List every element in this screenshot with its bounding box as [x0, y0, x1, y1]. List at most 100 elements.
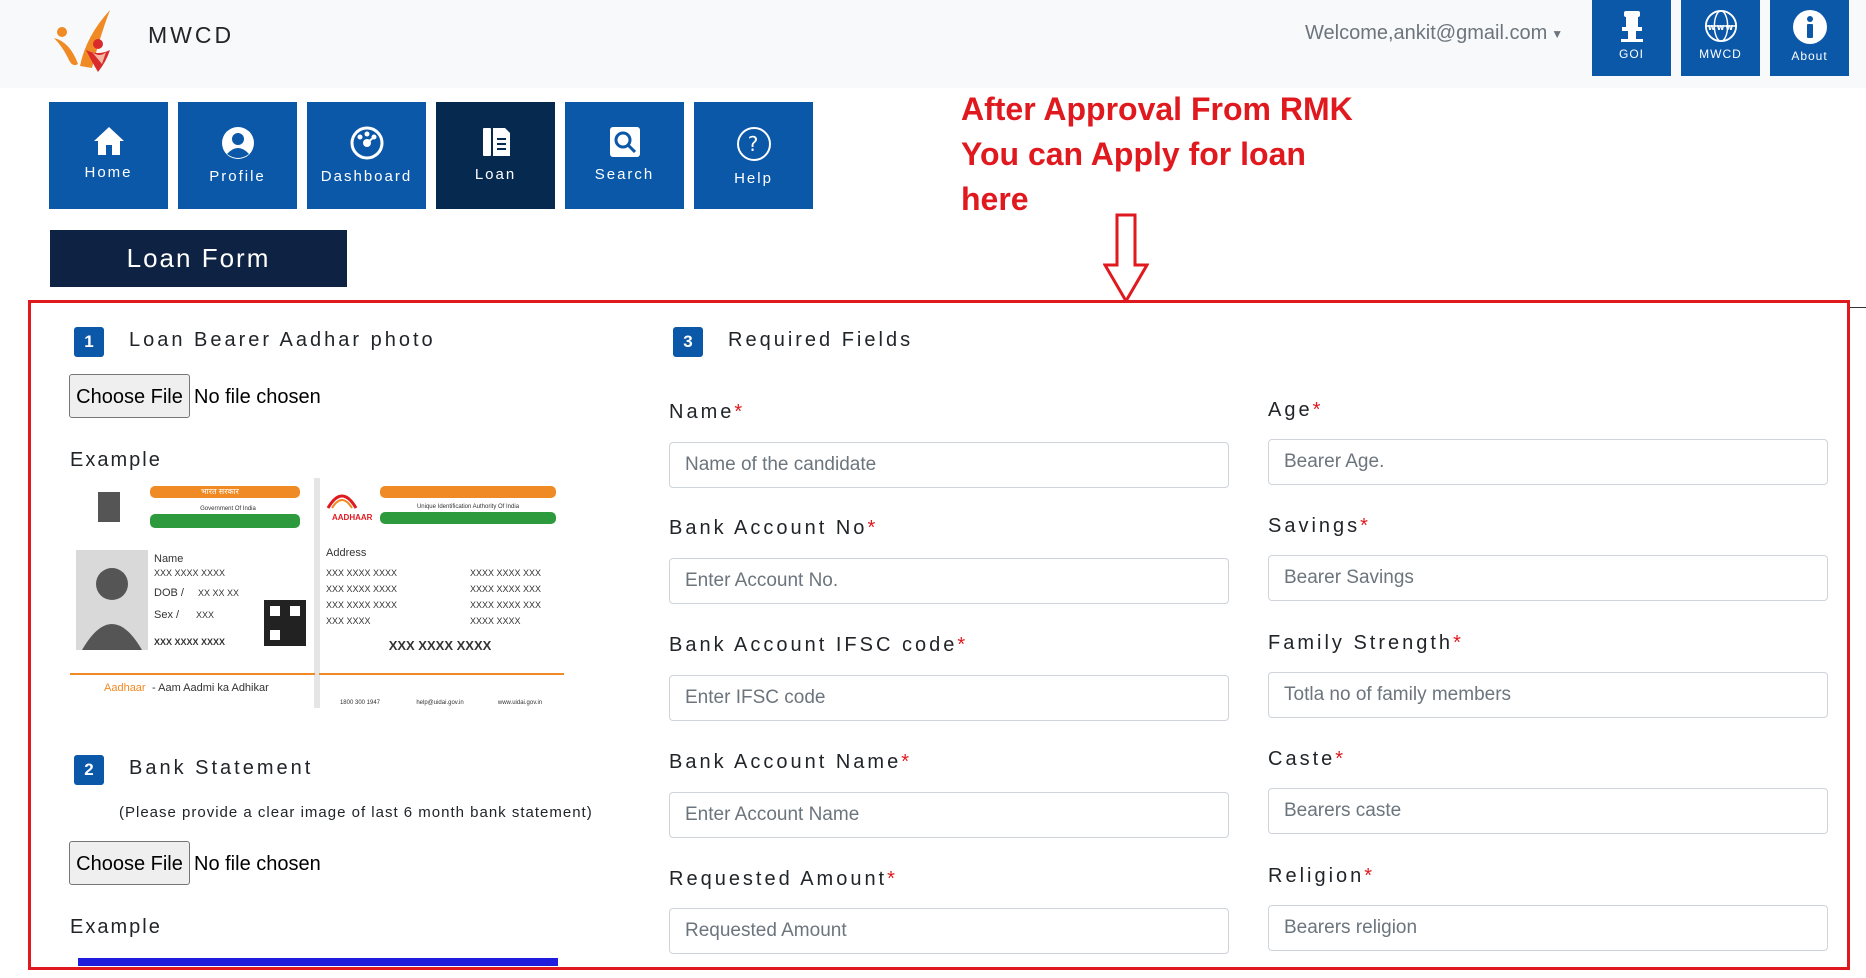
age-input[interactable] — [1268, 439, 1828, 485]
annotation-line-1: After Approval From RMK — [961, 91, 1353, 127]
aadhar-card-svg: भारत सरकार Government Of India Name XXX … — [70, 478, 564, 708]
mwcd-button[interactable]: www MWCD — [1681, 0, 1760, 76]
addr-line-4: XXX XXXX — [326, 616, 371, 626]
tagline-rest: - Aam Aadmi ka Adhikar — [152, 682, 269, 694]
about-label: About — [1791, 49, 1828, 63]
info-icon — [1792, 10, 1827, 44]
card-name-value: XXX XXXX XXXX — [154, 568, 225, 578]
help-icon: ? — [736, 127, 771, 161]
uidai-title: Unique Identification Authority Of India — [417, 504, 520, 510]
nav-profile[interactable]: Profile — [178, 102, 297, 209]
chevron-down-icon: ▼ — [1551, 26, 1564, 41]
welcome-text: Welcome,ankit@gmail.com — [1305, 22, 1548, 44]
card-dob-label: DOB / — [154, 587, 185, 599]
addr-line-3: XXX XXXX XXXX — [326, 600, 397, 610]
emblem-icon — [1620, 11, 1643, 42]
brand-name[interactable]: MWCD — [148, 22, 234, 49]
footer-web: www.uidai.gov.in — [497, 700, 542, 706]
document-icon — [482, 128, 510, 156]
user-menu-dropdown[interactable]: Welcome,ankit@gmail.com ▼ — [1305, 22, 1563, 45]
section-2-title: Bank Statement — [129, 757, 314, 779]
bank-statement-example-image — [78, 958, 558, 966]
annotation-line-3: here — [961, 181, 1029, 217]
nav-search-label: Search — [594, 166, 655, 183]
aadhaar-logo-text: AADHAAR — [332, 513, 373, 522]
bank-choose-file-button[interactable]: Choose File — [69, 841, 190, 885]
bank-no-file-text: No file chosen — [194, 853, 321, 875]
nav-dashboard[interactable]: Dashboard — [307, 102, 426, 209]
tagline-brand: Aadhaar — [104, 682, 146, 694]
section-3-badge: 3 — [673, 327, 703, 357]
footer-email: help@uidai.gov.in — [416, 700, 463, 706]
mwcd-logo[interactable] — [50, 6, 130, 76]
name-label: Name* — [669, 401, 746, 423]
globe-www-icon: www — [1704, 9, 1737, 43]
card-name-label: Name — [154, 553, 183, 565]
card-address-label: Address — [326, 547, 367, 559]
aadhar-example-label: Example — [70, 449, 162, 471]
name-input[interactable] — [669, 442, 1229, 488]
arrow-down-icon — [1103, 213, 1149, 303]
card-sex-value: XXX — [196, 610, 214, 620]
section-1-title: Loan Bearer Aadhar photo — [129, 329, 436, 351]
aadhar-example-image: भारत सरकार Government Of India Name XXX … — [70, 478, 564, 708]
aadhar-choose-file-button[interactable]: Choose File — [69, 374, 190, 418]
addr-line-1: XXX XXXX XXXX — [326, 568, 397, 578]
annotation-line-2: You can Apply for loan — [961, 136, 1306, 172]
age-label: Age* — [1268, 399, 1324, 421]
addr2-line-3: XXXX XXXX XXX — [470, 600, 541, 610]
addr-line-2: XXX XXXX XXXX — [326, 584, 397, 594]
goi-button[interactable]: GOI — [1592, 0, 1671, 76]
bank-account-name-input[interactable] — [669, 792, 1229, 838]
bank-statement-note: (Please provide a clear image of last 6 … — [119, 804, 593, 821]
annotation-text: After Approval From RMK You can Apply fo… — [961, 87, 1441, 222]
goi-label: GOI — [1618, 47, 1644, 61]
section-1-badge: 1 — [74, 327, 104, 357]
search-icon — [609, 127, 640, 157]
nav-loan-label: Loan — [474, 166, 517, 183]
footer-phone: 1800 300 1947 — [340, 700, 381, 706]
ifsc-label: Bank Account IFSC code* — [669, 634, 969, 656]
card-back-number: XXX XXXX XXXX — [389, 638, 492, 653]
family-strength-input[interactable] — [1268, 672, 1828, 718]
hindi-text: भारत सरकार — [201, 487, 240, 496]
mwcd-label: MWCD — [1699, 47, 1742, 61]
gov-title: Government Of India — [200, 506, 256, 512]
dashboard-icon — [350, 126, 383, 160]
home-icon — [93, 127, 124, 155]
bank-account-no-label: Bank Account No* — [669, 517, 879, 539]
ifsc-input[interactable] — [669, 675, 1229, 721]
requested-amount-input[interactable] — [669, 908, 1229, 954]
card-front-number: XXX XXXX XXXX — [154, 637, 225, 647]
user-icon — [221, 127, 254, 159]
addr2-line-4: XXXX XXXX — [470, 616, 521, 626]
section-3-title: Required Fields — [728, 329, 914, 351]
nav-loan[interactable]: Loan — [436, 102, 555, 209]
bank-account-no-input[interactable] — [669, 558, 1229, 604]
bank-example-label: Example — [70, 916, 162, 938]
nav-profile-label: Profile — [209, 168, 266, 185]
caste-input[interactable] — [1268, 788, 1828, 834]
aadhar-no-file-text: No file chosen — [194, 386, 321, 408]
religion-input[interactable] — [1268, 905, 1828, 951]
divider-line — [1850, 307, 1866, 308]
bank-account-name-label: Bank Account Name* — [669, 751, 913, 773]
section-2-badge: 2 — [74, 755, 104, 785]
loan-form-title: Loan Form — [50, 230, 347, 287]
nav-home[interactable]: Home — [49, 102, 168, 209]
requested-amount-label: Requested Amount* — [669, 868, 898, 890]
card-dob-value: XX XX XX — [198, 588, 239, 598]
addr2-line-1: XXXX XXXX XXX — [470, 568, 541, 578]
savings-input[interactable] — [1268, 555, 1828, 601]
religion-label: Religion* — [1268, 865, 1376, 887]
card-sex-label: Sex / — [154, 609, 180, 621]
nav-help[interactable]: ? Help — [694, 102, 813, 209]
family-strength-label: Family Strength* — [1268, 632, 1464, 654]
nav-home-label: Home — [84, 164, 133, 181]
nav-dashboard-label: Dashboard — [320, 168, 413, 185]
addr2-line-2: XXXX XXXX XXX — [470, 584, 541, 594]
nav-search[interactable]: Search — [565, 102, 684, 209]
caste-label: Caste* — [1268, 748, 1347, 770]
about-button[interactable]: About — [1770, 0, 1849, 76]
nav-help-label: Help — [734, 170, 773, 187]
